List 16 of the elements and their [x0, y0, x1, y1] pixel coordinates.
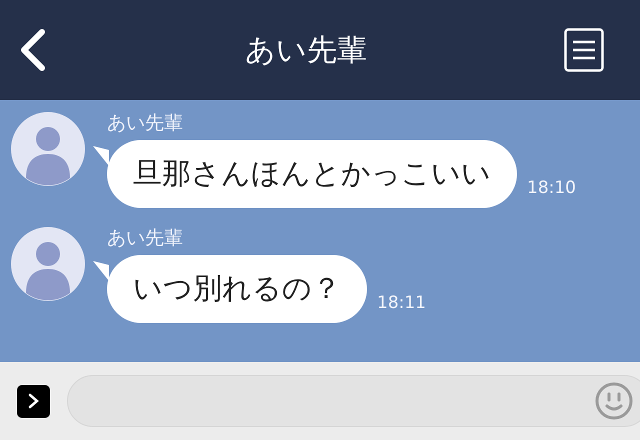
message-bubble: いつ別れるの？ — [107, 255, 367, 323]
message-time: 18:11 — [377, 293, 426, 313]
avatar-icon — [11, 112, 85, 186]
chevron-icon — [26, 392, 40, 410]
expand-button[interactable] — [17, 384, 50, 418]
sender-name: あい先輩 — [107, 112, 184, 134]
message-input-field[interactable] — [67, 375, 640, 427]
message-time: 18:10 — [527, 178, 576, 198]
message-bubble: 旦那さんほんとかっこいい — [107, 140, 517, 208]
bubble-tail — [93, 146, 109, 166]
chat-title: あい先輩 — [245, 32, 367, 70]
bubble-tail — [93, 261, 109, 281]
menu-icon[interactable] — [564, 28, 604, 72]
back-icon[interactable] — [18, 28, 48, 72]
sender-name: あい先輩 — [107, 227, 184, 249]
avatar-icon — [11, 227, 85, 301]
